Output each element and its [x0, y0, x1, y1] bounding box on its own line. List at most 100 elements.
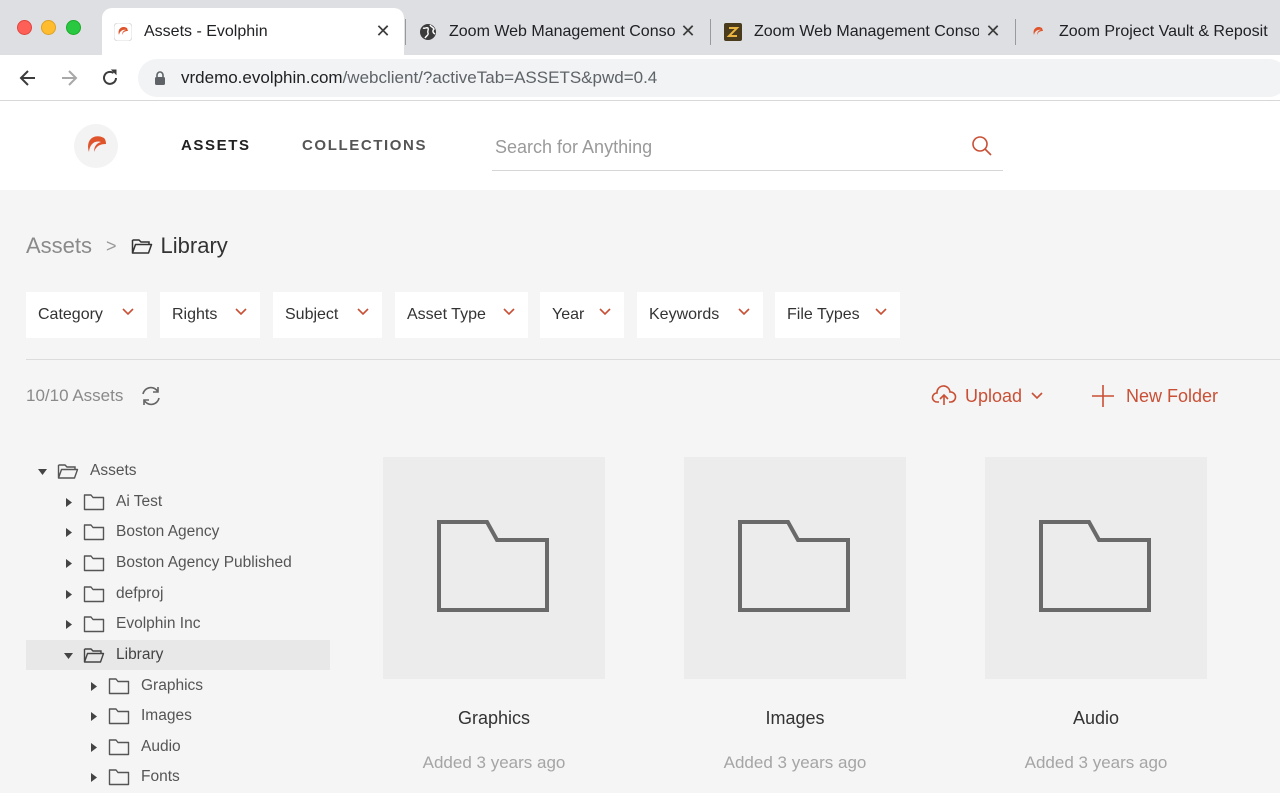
- url-path: /webclient/?activeTab=ASSETS&pwd=0.4: [342, 68, 658, 87]
- caret-right-icon[interactable]: [63, 497, 73, 507]
- filter-label: Asset Type: [407, 306, 486, 323]
- breadcrumb-root[interactable]: Assets: [26, 233, 92, 259]
- tree-item[interactable]: Graphics: [26, 671, 330, 701]
- folder-card-graphics[interactable]: Graphics Added 3 years ago: [383, 457, 605, 773]
- card-title[interactable]: Audio: [985, 708, 1207, 729]
- filter-asset-type[interactable]: Asset Type: [395, 292, 528, 338]
- tab-title: Zoom Project Vault & Reposito: [1059, 22, 1268, 40]
- search-bar: [492, 129, 1003, 171]
- folder-icon: [1039, 520, 1151, 612]
- tree-item-label: Images: [141, 707, 192, 724]
- upload-button[interactable]: Upload: [931, 383, 1043, 409]
- minimize-window-button[interactable]: [41, 20, 56, 35]
- card-thumbnail[interactable]: [383, 457, 605, 679]
- card-title[interactable]: Graphics: [383, 708, 605, 729]
- card-added-date: Added 3 years ago: [1024, 753, 1168, 772]
- search-icon[interactable]: [971, 135, 993, 162]
- filter-label: Rights: [172, 306, 218, 323]
- caret-right-icon[interactable]: [63, 527, 73, 537]
- globe-icon: [419, 23, 437, 41]
- tree-item[interactable]: Evolphin Inc: [26, 609, 330, 639]
- new-folder-button[interactable]: New Folder: [1090, 383, 1218, 409]
- tree-item[interactable]: Assets: [26, 456, 330, 486]
- lock-icon: [154, 71, 166, 90]
- card-title[interactable]: Images: [684, 708, 906, 729]
- browser-tab-zoom-project-vault[interactable]: Zoom Project Vault & Reposito: [1017, 8, 1280, 55]
- card-thumbnail[interactable]: [985, 457, 1207, 679]
- folder-card-audio[interactable]: Audio Added 3 years ago: [985, 457, 1207, 773]
- tree-item-label: Fonts: [141, 768, 180, 785]
- tree-item[interactable]: Fonts: [26, 762, 330, 792]
- reload-button[interactable]: [96, 64, 124, 92]
- caret-right-icon[interactable]: [88, 772, 98, 782]
- breadcrumb-current: Library: [160, 233, 228, 258]
- caret-right-icon[interactable]: [88, 681, 98, 691]
- filter-rights[interactable]: Rights: [160, 292, 260, 338]
- cloud-upload-icon: [931, 385, 957, 405]
- tree-item-label: Assets: [90, 462, 137, 479]
- breadcrumb-separator: >: [106, 235, 117, 256]
- close-window-button[interactable]: [17, 20, 32, 35]
- filter-keywords[interactable]: Keywords: [637, 292, 763, 338]
- tree-item[interactable]: Audio: [26, 732, 330, 762]
- browser-tab-bar: Assets - Evolphin ✕ Zoom Web Management …: [0, 0, 1280, 55]
- tree-item-selected[interactable]: Library: [26, 640, 330, 670]
- caret-down-icon[interactable]: [63, 650, 73, 660]
- nav-collections[interactable]: COLLECTIONS: [302, 137, 427, 154]
- address-bar[interactable]: vrdemo.evolphin.com/webclient/?activeTab…: [138, 59, 1280, 97]
- nav-assets[interactable]: ASSETS: [181, 137, 251, 154]
- chevron-down-icon: [1031, 392, 1043, 400]
- caret-right-icon[interactable]: [88, 742, 98, 752]
- tab-separator: [1015, 19, 1016, 45]
- arrow-right-icon: [62, 70, 78, 86]
- tree-item[interactable]: Images: [26, 701, 330, 731]
- filter-file-types[interactable]: File Types: [775, 292, 900, 338]
- new-folder-label: New Folder: [1126, 385, 1219, 406]
- tab-separator: [405, 19, 406, 45]
- folder-icon: [108, 677, 130, 695]
- open-folder-icon: [131, 237, 153, 255]
- tree-item[interactable]: defproj: [26, 579, 330, 609]
- tree-item-label: defproj: [116, 585, 164, 602]
- browser-tab-zoom-console-1[interactable]: Zoom Web Management Conso ✕: [407, 8, 709, 55]
- caret-right-icon[interactable]: [63, 558, 73, 568]
- filter-label: Category: [38, 306, 103, 323]
- caret-right-icon[interactable]: [63, 589, 73, 599]
- breadcrumb: Assets > Library: [26, 230, 228, 262]
- maximize-window-button[interactable]: [66, 20, 81, 35]
- close-tab-icon[interactable]: ✕: [679, 21, 697, 42]
- search-input[interactable]: [495, 137, 955, 158]
- tree-item-label: Boston Agency: [116, 523, 220, 540]
- evolphin-logo[interactable]: [74, 124, 118, 168]
- caret-right-icon[interactable]: [88, 711, 98, 721]
- tree-item-label: Evolphin Inc: [116, 615, 201, 632]
- browser-tab-zoom-console-2[interactable]: Zoom Web Management Conso ✕: [712, 8, 1014, 55]
- chevron-down-icon: [235, 308, 247, 316]
- caret-right-icon[interactable]: [63, 619, 73, 629]
- browser-tab-assets[interactable]: Assets - Evolphin ✕: [102, 8, 404, 55]
- close-tab-icon[interactable]: ✕: [984, 21, 1002, 42]
- caret-down-icon[interactable]: [37, 466, 47, 476]
- card-thumbnail[interactable]: [684, 457, 906, 679]
- folder-icon: [738, 520, 850, 612]
- tree-item[interactable]: Boston Agency: [26, 517, 330, 547]
- folder-icon: [83, 585, 105, 603]
- tab-title: Zoom Web Management Conso: [449, 22, 676, 40]
- refresh-icon[interactable]: [139, 384, 163, 413]
- filter-category[interactable]: Category: [26, 292, 147, 338]
- filter-year[interactable]: Year: [540, 292, 624, 338]
- chevron-down-icon: [599, 308, 611, 316]
- forward-button[interactable]: [55, 64, 83, 92]
- reload-icon: [103, 69, 117, 85]
- filter-label: Year: [552, 306, 585, 323]
- app-header: ASSETS COLLECTIONS: [0, 101, 1280, 190]
- filter-label: Subject: [285, 306, 339, 323]
- arrow-left-icon: [19, 70, 35, 86]
- filter-subject[interactable]: Subject: [273, 292, 382, 338]
- folder-card-images[interactable]: Images Added 3 years ago: [684, 457, 906, 773]
- back-button[interactable]: [14, 64, 42, 92]
- tree-item[interactable]: Boston Agency Published: [26, 548, 330, 578]
- close-tab-icon[interactable]: ✕: [374, 21, 392, 42]
- tree-item[interactable]: Ai Test: [26, 487, 330, 517]
- evolphin-logo-icon: [88, 136, 106, 152]
